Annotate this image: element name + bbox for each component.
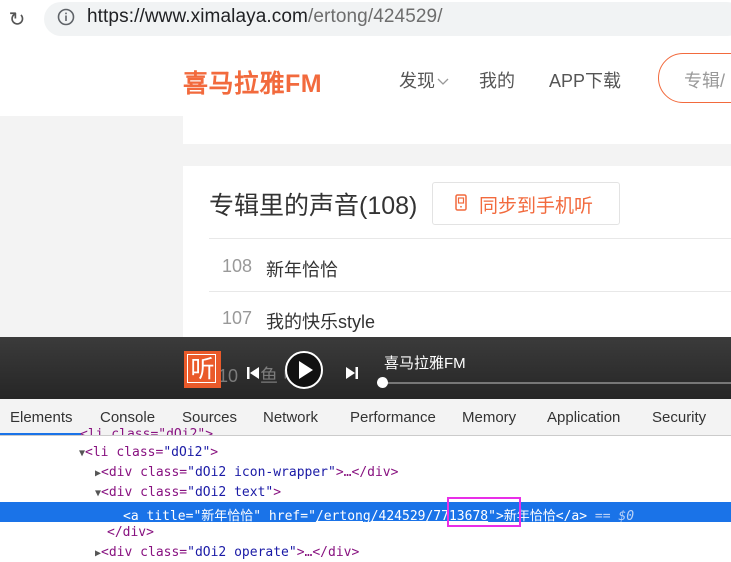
play-button[interactable]: [285, 351, 323, 389]
site-info-icon[interactable]: [57, 8, 75, 26]
player-logo-frame: [187, 354, 216, 383]
track-title[interactable]: 新年恰恰: [266, 256, 338, 282]
dom-tag: <li class=: [85, 445, 164, 460]
sync-to-phone-label: 同步到手机听: [479, 196, 594, 217]
play-icon: [299, 361, 313, 379]
dom-line-operate[interactable]: ▶<div class="dOi2 operate">…</div>: [95, 545, 359, 560]
dom-attr-value: "新年恰恰": [193, 509, 262, 524]
nav-find[interactable]: 发现: [399, 67, 449, 93]
track-title[interactable]: 我的快乐style: [266, 308, 375, 334]
next-track-icon[interactable]: [345, 366, 359, 380]
dom-attr-value: "dOi2": [163, 445, 211, 460]
dom-tag: <div class=: [101, 485, 188, 500]
dom-line-icon-wrapper[interactable]: ▶<div class="dOi2 icon-wrapper">…</div>: [95, 465, 398, 480]
dom-tag: <a title=: [123, 509, 194, 524]
previous-track-icon[interactable]: [246, 366, 260, 380]
console-ref: == $0: [587, 509, 635, 524]
dom-tag-close: >: [273, 485, 282, 500]
tab-console[interactable]: Console: [100, 409, 155, 426]
dom-line-clipped: <li class="dOi2">: [80, 427, 213, 435]
dom-tag-close: >…</div>: [335, 465, 399, 480]
site-logo[interactable]: 喜马拉雅FM: [183, 64, 322, 100]
track-number: 108: [222, 256, 253, 276]
player-bar: [0, 337, 731, 399]
nav-mine[interactable]: 我的: [479, 67, 515, 93]
active-tab-indicator: [0, 433, 81, 435]
dom-line-li[interactable]: ▼<li class="dOi2">: [79, 445, 218, 460]
phone-icon: [455, 194, 467, 211]
reload-icon[interactable]: ↻: [2, 5, 32, 35]
dom-tag: <div class=: [101, 545, 188, 560]
tab-performance[interactable]: Performance: [350, 409, 436, 426]
highlight-annotation-box: [447, 497, 521, 527]
dom-quote: ": [308, 509, 316, 524]
dom-tag: </div>: [107, 525, 154, 540]
track-number: 107: [222, 308, 253, 328]
dom-tag-close: >: [210, 445, 219, 460]
tab-network[interactable]: Network: [263, 409, 318, 426]
dom-tag-close: >…</div>: [296, 545, 360, 560]
dom-attr-value: "dOi2 text": [187, 485, 274, 500]
url-text[interactable]: https://www.ximalaya.com/ertong/424529/: [87, 6, 443, 28]
tab-sources[interactable]: Sources: [182, 409, 237, 426]
tab-security[interactable]: Security: [652, 409, 706, 426]
chevron-down-icon: [437, 78, 449, 86]
dom-line-close-div[interactable]: </div>: [107, 525, 154, 540]
nav-app-download[interactable]: APP下载: [549, 67, 621, 93]
ghost-track-number: 10: [218, 366, 239, 386]
dom-tag: <div class=: [101, 465, 188, 480]
tab-memory[interactable]: Memory: [462, 409, 516, 426]
content-strip: [183, 116, 731, 144]
dom-line-text: <li class="dOi2">: [80, 427, 214, 435]
site-header: [0, 40, 731, 117]
progress-knob[interactable]: [377, 377, 388, 388]
tab-elements[interactable]: Elements: [10, 409, 73, 426]
url-host: https://www.ximalaya.com: [87, 6, 308, 27]
album-tracks-title: 专辑里的声音(108): [209, 192, 418, 220]
tab-application[interactable]: Application: [547, 409, 620, 426]
divider: [209, 291, 731, 292]
dom-attr-value: "dOi2 operate": [187, 545, 297, 560]
search-placeholder: 专辑/: [684, 71, 726, 91]
dom-line-anchor[interactable]: <a title="新年恰恰" href="/ertong/424529/771…: [123, 505, 634, 524]
player-title: 喜马拉雅FM: [384, 355, 466, 372]
url-path: /ertong/424529/: [307, 6, 443, 27]
divider: [209, 238, 731, 239]
dom-attr-name: href=: [261, 509, 309, 524]
dom-attr-value: "dOi2 icon-wrapper": [187, 465, 336, 480]
dom-line-text-div[interactable]: ▼<div class="dOi2 text">: [95, 485, 281, 500]
nav-find-label: 发现: [399, 71, 435, 91]
progress-track[interactable]: [383, 382, 731, 384]
href-link-part1[interactable]: /ertong/424529: [316, 509, 426, 524]
